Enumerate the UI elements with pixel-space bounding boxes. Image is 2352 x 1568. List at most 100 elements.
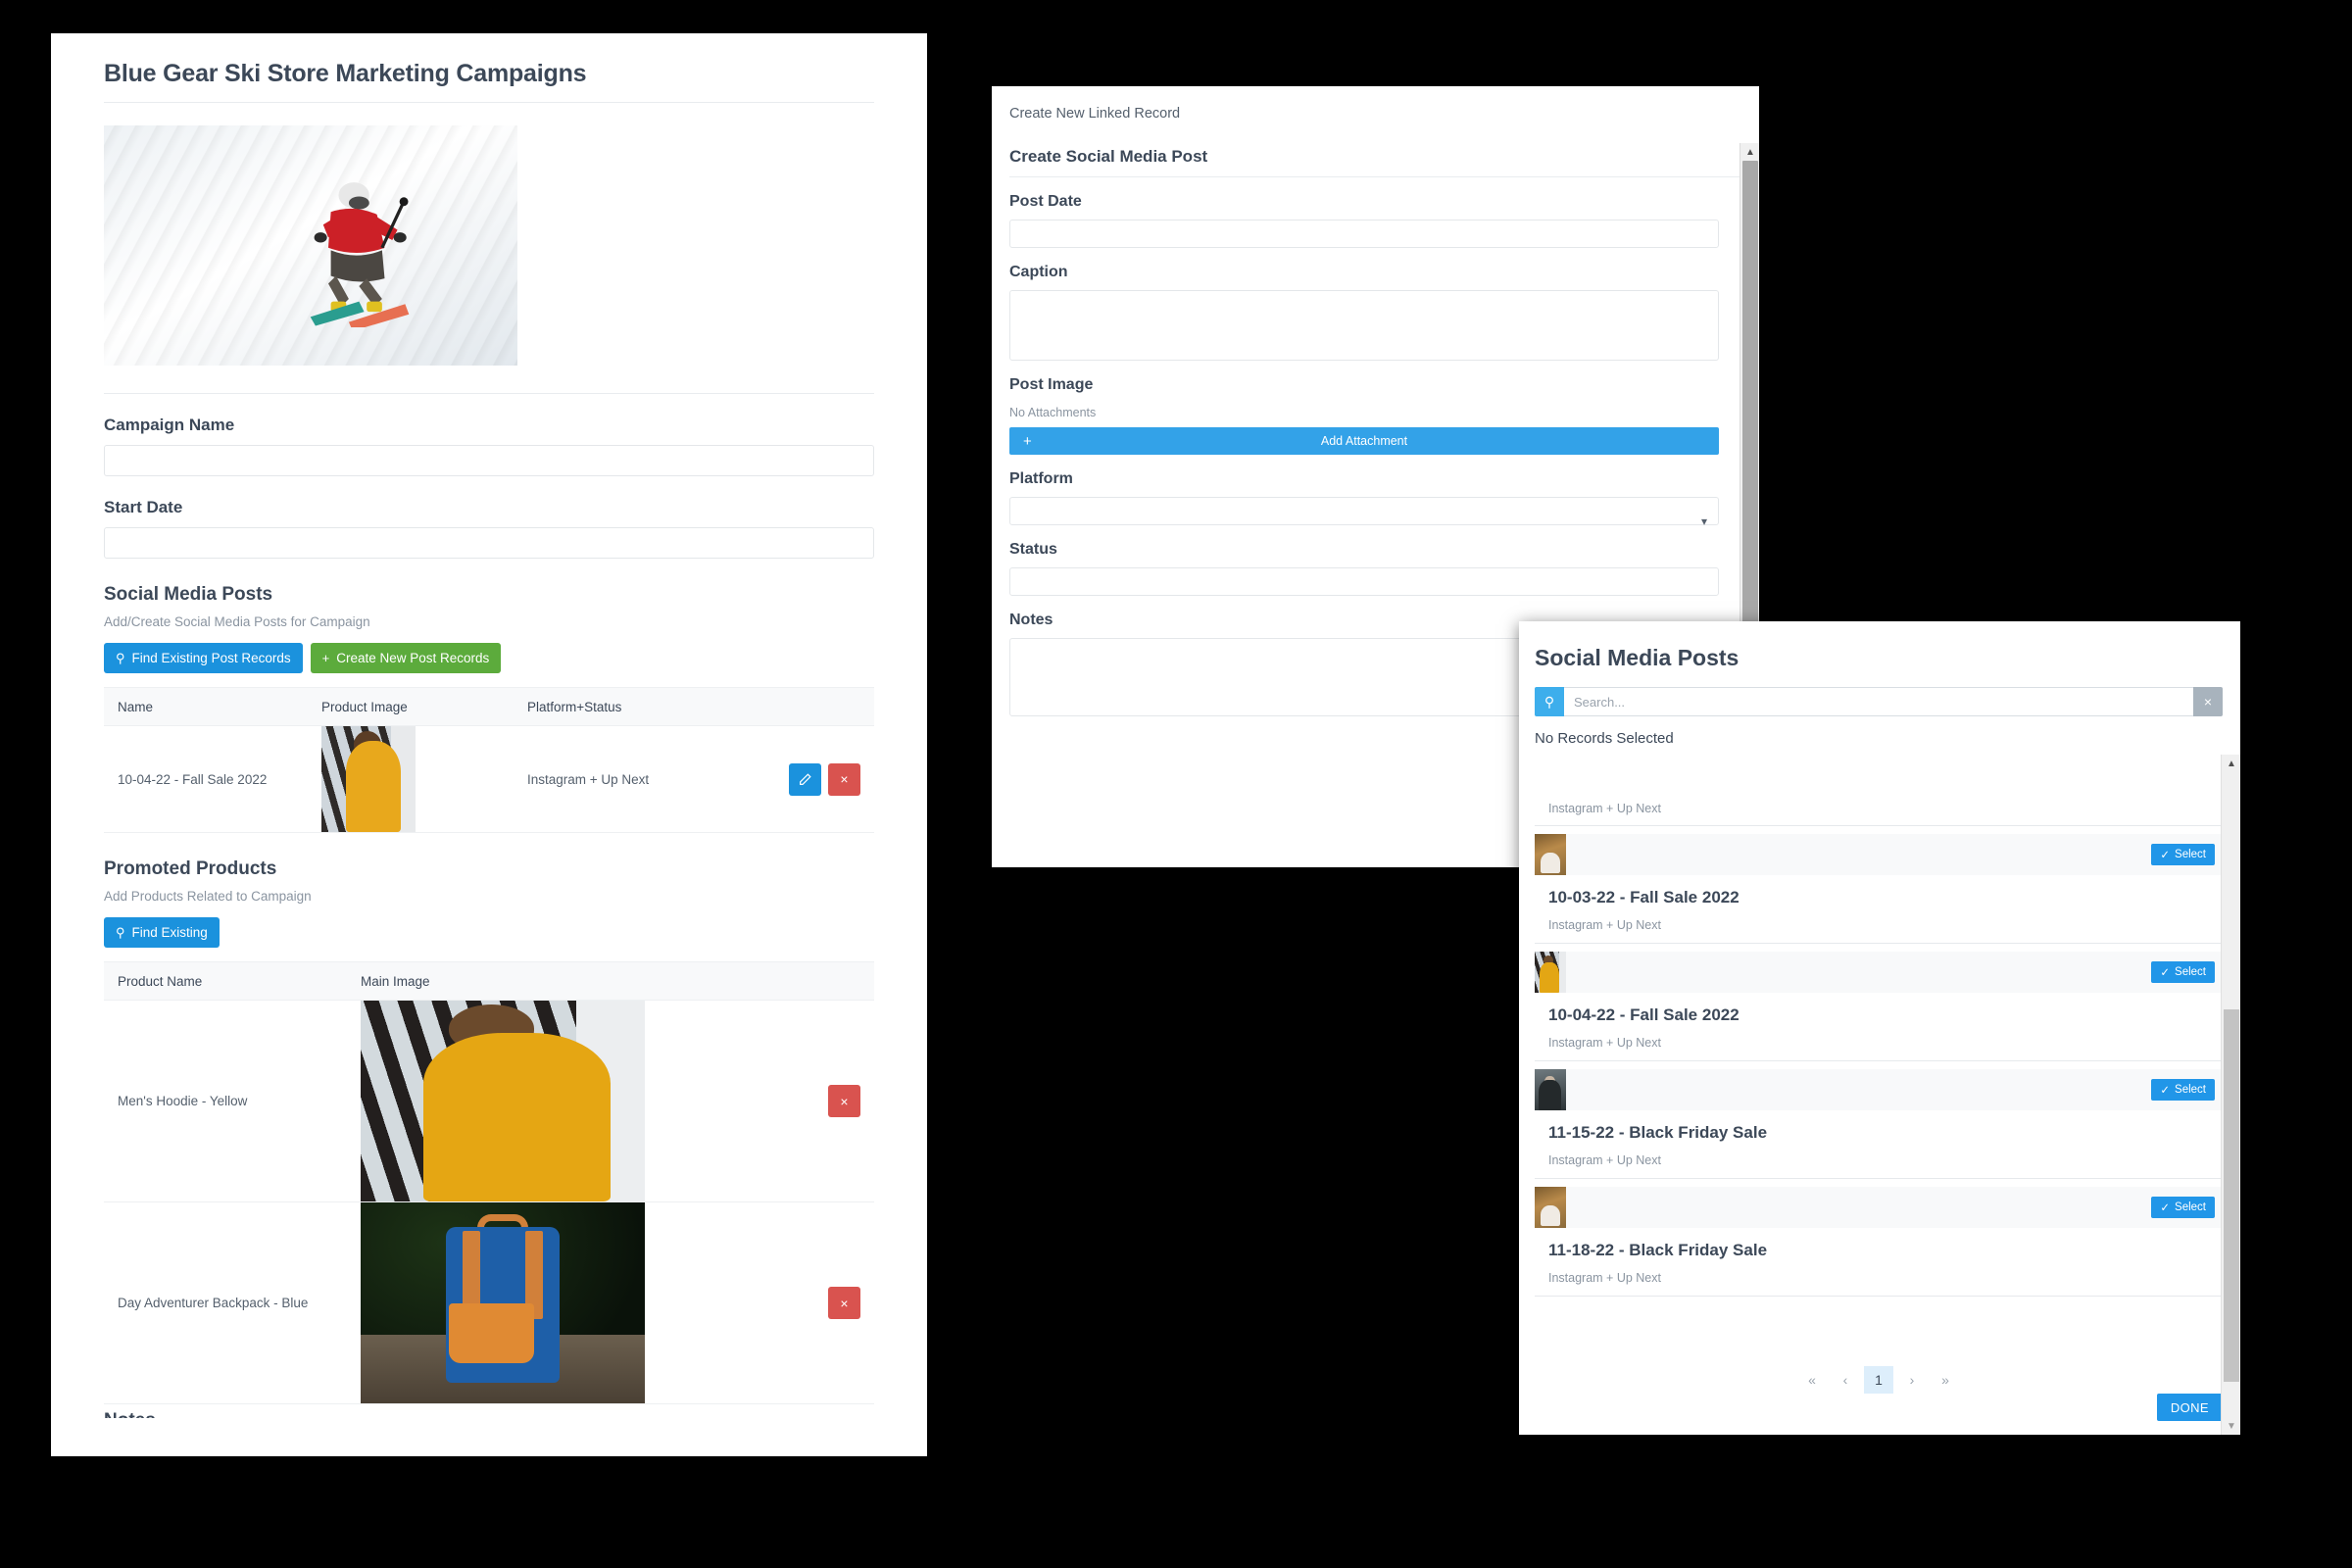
post-row-platform-status: Instagram + Up Next	[527, 771, 650, 787]
record-thumbnail	[1535, 1069, 1566, 1110]
modal-scrollbar[interactable]: ▲ ▼	[2221, 755, 2240, 1435]
product-thumbnail-image	[321, 726, 416, 832]
record-title: 11-18-22 - Black Friday Sale	[1548, 1241, 1768, 1259]
edit-post-button[interactable]	[789, 762, 821, 796]
column-header-platform-status: Platform+Status	[527, 699, 622, 714]
notes-heading-partial: Notes	[104, 1404, 874, 1418]
done-button[interactable]: DONE	[2156, 1394, 2223, 1421]
select-record-button[interactable]: ✓ Select	[2151, 1197, 2215, 1218]
search-icon: ⚲	[116, 925, 125, 940]
start-date-label: Start Date	[104, 498, 183, 516]
screen-root: Blue Gear Ski Store Marketing Campaigns	[0, 0, 2352, 1568]
check-icon: ✓	[2160, 1085, 2171, 1097]
platform-select[interactable]	[1009, 497, 1719, 525]
record-thumbnail	[1535, 1187, 1566, 1228]
plus-icon: +	[321, 651, 330, 665]
list-top-meta: Instagram + Up Next	[1535, 794, 2223, 826]
thumb-body	[345, 741, 401, 832]
window-title: Create New Linked Record	[1009, 106, 1181, 122]
thumb-subject	[1540, 1204, 1561, 1227]
social-media-posts-subtitle: Add/Create Social Media Posts for Campai…	[104, 614, 370, 629]
promoted-products-heading: Promoted Products	[104, 858, 277, 879]
table-row: 10-04-22 - Fall Sale 2022 Instagram + Up…	[104, 726, 874, 833]
front-flap	[448, 1302, 534, 1363]
no-attachments-text: No Attachments	[1009, 406, 1097, 419]
create-new-post-records-label: Create New Post Records	[336, 651, 490, 665]
post-date-label: Post Date	[1009, 193, 1082, 210]
list-item[interactable]: ✓ Select 10-03-22 - Fall Sale 2022 Insta…	[1535, 834, 2223, 944]
product-row-image-cell	[361, 1202, 645, 1403]
search-icon: ⚲	[1535, 687, 1564, 716]
hoodie-photo-thumb	[1535, 952, 1566, 993]
caption-label: Caption	[1009, 264, 1068, 280]
caption-textarea[interactable]	[1009, 290, 1719, 361]
select-record-button[interactable]: ✓ Select	[2151, 1079, 2215, 1101]
list-item[interactable]: ✓ Select 11-15-22 - Black Friday Sale In…	[1535, 1069, 2223, 1179]
list-item-bar: ✓ Select	[1535, 834, 2223, 875]
select-label: Select	[2175, 1201, 2206, 1213]
social-media-posts-heading: Social Media Posts	[104, 584, 273, 605]
hero-image	[104, 125, 517, 366]
skier-figure-icon	[310, 182, 409, 327]
find-existing-products-button[interactable]: ⚲ Find Existing	[104, 917, 220, 948]
thumb-body	[1540, 961, 1559, 993]
scroll-up-arrow-icon[interactable]: ▲	[1740, 143, 1759, 161]
hero-divider	[104, 393, 874, 394]
autumn-photo-thumb	[1535, 834, 1566, 875]
post-date-input[interactable]	[1009, 220, 1719, 248]
delete-product-button[interactable]: ×	[828, 1287, 860, 1319]
record-subtitle: Instagram + Up Next	[1548, 1036, 1661, 1050]
close-icon: ×	[2203, 694, 2213, 710]
scroll-down-arrow-icon[interactable]: ▼	[2222, 1417, 2240, 1435]
autumn-photo-thumb	[1535, 1187, 1566, 1228]
select-record-button[interactable]: ✓ Select	[2151, 844, 2215, 865]
products-table-header: Product Name Main Image	[104, 961, 874, 1001]
product-row-actions: ×	[766, 1287, 874, 1319]
record-subtitle: Instagram + Up Next	[1548, 918, 1661, 932]
campaign-name-input[interactable]	[104, 445, 874, 476]
product-row-image-cell	[361, 1001, 645, 1201]
start-date-input[interactable]	[104, 527, 874, 559]
status-input[interactable]	[1009, 567, 1719, 596]
title-divider	[104, 102, 874, 103]
record-subtitle: Instagram + Up Next	[1548, 1153, 1661, 1167]
delete-post-button[interactable]: ×	[828, 762, 860, 796]
close-icon: ×	[840, 771, 849, 787]
product-row-actions: ×	[766, 1085, 874, 1117]
plus-icon: +	[1023, 432, 1032, 450]
record-title: 11-15-22 - Black Friday Sale	[1548, 1123, 1768, 1142]
thumb-subject	[1540, 852, 1561, 874]
table-row: Day Adventurer Backpack - Blue ×	[104, 1202, 874, 1404]
status-label: Status	[1009, 541, 1057, 558]
social-posts-button-row: ⚲ Find Existing Post Records + Create Ne…	[104, 643, 874, 673]
select-record-button[interactable]: ✓ Select	[2151, 961, 2215, 983]
check-icon: ✓	[2160, 1202, 2171, 1214]
search-row: ⚲ ×	[1535, 687, 2223, 716]
records-list: Instagram + Up Next ✓ Select 10-03-22 - …	[1535, 794, 2223, 1382]
find-existing-post-records-label: Find Existing Post Records	[131, 651, 291, 665]
modal-title: Social Media Posts	[1535, 645, 1740, 670]
form-heading: Create Social Media Post	[1009, 147, 1208, 166]
find-existing-post-records-button[interactable]: ⚲ Find Existing Post Records	[104, 643, 303, 673]
selection-status: No Records Selected	[1535, 730, 1674, 747]
thumb-body	[1539, 1079, 1561, 1110]
promoted-products-table: Product Name Main Image Men's Hoodie - Y…	[104, 961, 874, 1404]
delete-product-button[interactable]: ×	[828, 1085, 860, 1117]
create-new-post-records-button[interactable]: + Create New Post Records	[310, 643, 502, 673]
select-label: Select	[2175, 1084, 2206, 1096]
list-item[interactable]: ✓ Select 10-04-22 - Fall Sale 2022 Insta…	[1535, 952, 2223, 1061]
product-row-name: Men's Hoodie - Yellow	[118, 1094, 248, 1108]
product-main-image	[361, 1202, 645, 1403]
scroll-up-arrow-icon[interactable]: ▲	[2222, 755, 2240, 772]
column-header-name: Name	[118, 699, 154, 714]
clear-search-button[interactable]: ×	[2193, 687, 2223, 716]
scrollbar-thumb[interactable]	[2224, 1009, 2239, 1382]
record-subtitle: Instagram + Up Next	[1548, 1271, 1661, 1285]
add-attachment-button[interactable]: + Add Attachment	[1009, 427, 1719, 455]
check-icon: ✓	[2160, 967, 2171, 979]
close-icon: ×	[840, 1295, 849, 1311]
list-item-bar: ✓ Select	[1535, 1069, 2223, 1110]
search-input[interactable]	[1564, 687, 2193, 716]
list-item[interactable]: ✓ Select 11-18-22 - Black Friday Sale In…	[1535, 1187, 2223, 1297]
modal-footer: DONE	[1519, 1380, 2240, 1435]
